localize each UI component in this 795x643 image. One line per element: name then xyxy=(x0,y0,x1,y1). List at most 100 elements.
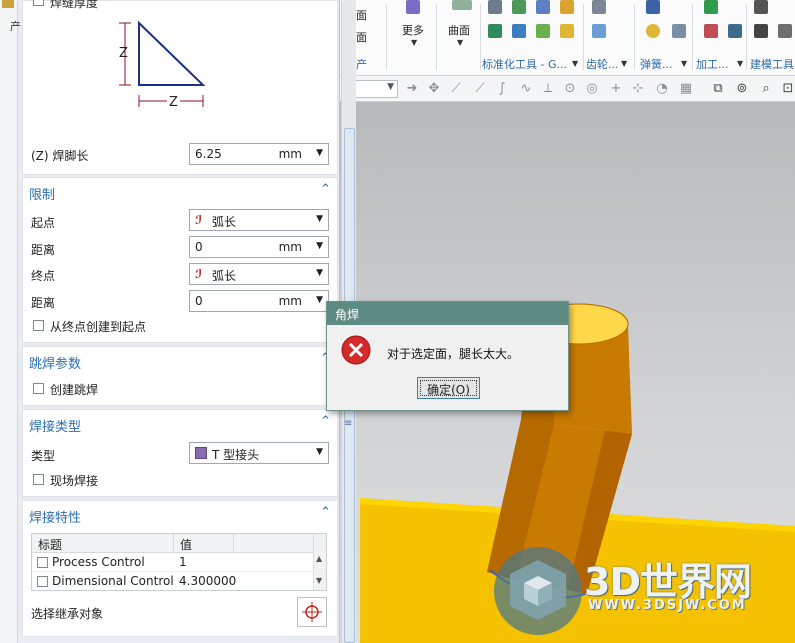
ok-button[interactable]: 确定(O) xyxy=(417,377,480,399)
grid-icon[interactable]: ▦ xyxy=(678,81,694,96)
create-skip-weld-checkbox[interactable] xyxy=(33,383,44,394)
more-button[interactable]: 更多 xyxy=(402,22,424,38)
table-scrollbar[interactable]: ▲ ▼ xyxy=(313,534,326,590)
row-checkbox[interactable] xyxy=(37,557,48,568)
chevron-down-icon[interactable]: ▼ xyxy=(387,82,394,92)
machining-tool-icon[interactable] xyxy=(728,24,742,38)
create-skip-weld-label[interactable]: 创建跳焊 xyxy=(50,381,98,398)
row-value[interactable]: 1 xyxy=(179,553,187,572)
surface-button[interactable]: 曲面 xyxy=(448,22,470,38)
chevron-down-icon[interactable]: ▼ xyxy=(316,214,323,224)
chevron-down-icon[interactable]: ▼ xyxy=(316,148,323,158)
more-chevron-down-icon[interactable]: ▼ xyxy=(411,38,417,47)
chevron-down-icon[interactable]: ▼ xyxy=(316,295,323,305)
tool-icon[interactable] xyxy=(488,0,502,14)
group-spring[interactable]: 弹簧... xyxy=(640,56,673,72)
distance1-field[interactable]: 0 mm ▼ xyxy=(189,236,329,258)
end-option-select[interactable]: ℐ 弧长 ▼ xyxy=(189,263,329,285)
rotate-view-icon[interactable]: ⊚ xyxy=(734,81,750,96)
tool-icon[interactable] xyxy=(560,24,574,38)
scrollbar-grip-icon[interactable]: ≡ xyxy=(344,418,352,429)
field-weld-label[interactable]: 现场焊接 xyxy=(50,472,98,489)
zoom-icon[interactable]: ⌕ xyxy=(758,81,774,96)
gear-tool-icon[interactable] xyxy=(592,24,606,38)
point-snap-icon[interactable]: + xyxy=(608,81,624,96)
resource-bar-icon[interactable] xyxy=(2,0,14,8)
tool-icon[interactable] xyxy=(560,0,574,14)
weld-type-select[interactable]: T 型接头 ▼ xyxy=(189,442,329,464)
ribbon-face-label-1[interactable]: 面 xyxy=(356,7,367,23)
from-end-checkbox[interactable] xyxy=(33,320,44,331)
modeling-tool-icon[interactable] xyxy=(754,0,768,14)
face-snap-icon[interactable]: ◔ xyxy=(654,81,670,96)
group-chevron-down-icon[interactable]: ▼ xyxy=(681,59,687,68)
resource-bar-label[interactable]: 产 xyxy=(10,18,21,34)
distance2-value[interactable]: 0 xyxy=(195,294,203,308)
table-row[interactable]: Dimensional Control 4.300000 xyxy=(32,572,314,591)
more-icon[interactable] xyxy=(406,0,420,14)
ribbon-face-label-2[interactable]: 面 xyxy=(356,29,367,45)
chevron-down-icon[interactable]: ▼ xyxy=(316,268,323,278)
wave-snap-icon[interactable]: ∿ xyxy=(518,81,534,96)
group-modeling-tools[interactable]: 建模工具 xyxy=(750,56,794,72)
start-option-value[interactable]: 弧长 xyxy=(212,213,236,230)
table-row[interactable]: Process Control 1 xyxy=(32,553,314,572)
distance1-value[interactable]: 0 xyxy=(195,240,203,254)
row-value[interactable]: 4.300000 xyxy=(179,572,236,591)
intersect-snap-icon[interactable]: ⟂ xyxy=(540,81,556,96)
tool-icon[interactable] xyxy=(536,24,550,38)
scroll-up-icon[interactable]: ▲ xyxy=(316,554,322,563)
curve-snap-icon[interactable]: ∫ xyxy=(494,81,510,96)
weld-type-header[interactable]: 焊接类型 xyxy=(29,416,81,435)
group-standard-tools[interactable]: 标准化工具 - G... xyxy=(482,56,567,72)
group-chevron-down-icon[interactable]: ▼ xyxy=(621,59,627,68)
group-gear[interactable]: 齿轮... xyxy=(586,56,619,72)
group-machining[interactable]: 加工... xyxy=(696,56,729,72)
snap-point-icon[interactable]: ✥ xyxy=(426,81,442,96)
spring-tool-icon[interactable] xyxy=(646,0,660,14)
quadrant-snap-icon[interactable]: ◎ xyxy=(584,81,600,96)
column-header-title[interactable]: 标题 xyxy=(32,534,174,553)
tool-icon[interactable] xyxy=(536,0,550,14)
tool-icon[interactable] xyxy=(512,24,526,38)
modeling-tool-icon[interactable] xyxy=(754,24,768,38)
limits-header[interactable]: 限制 xyxy=(29,184,55,203)
group-chevron-down-icon[interactable]: ▼ xyxy=(737,59,743,68)
column-header-value[interactable]: 值 xyxy=(174,534,234,553)
midpoint-snap-icon[interactable]: ⊹ xyxy=(630,81,646,96)
leg-length-value[interactable]: 6.25 xyxy=(195,147,222,161)
weld-type-value[interactable]: T 型接头 xyxy=(212,446,259,463)
distance2-field[interactable]: 0 mm ▼ xyxy=(189,290,329,312)
view-frame-icon[interactable]: ⧉ xyxy=(710,81,726,96)
collapse-chevron-up-icon[interactable]: ⌃ xyxy=(320,505,331,520)
fit-view-icon[interactable]: ⊡ xyxy=(780,81,795,96)
collapse-chevron-up-icon[interactable]: ⌃ xyxy=(320,414,331,429)
spring-tool-icon[interactable] xyxy=(646,24,660,38)
end-option-value[interactable]: 弧长 xyxy=(212,267,236,284)
collapse-chevron-up-icon[interactable]: ⌃ xyxy=(320,182,331,197)
field-weld-checkbox[interactable] xyxy=(33,474,44,485)
center-snap-icon[interactable]: ⊙ xyxy=(562,81,578,96)
row-checkbox[interactable] xyxy=(37,576,48,587)
spring-tool-icon[interactable] xyxy=(672,24,686,38)
skip-weld-header[interactable]: 跳焊参数 xyxy=(29,353,81,372)
surface-chevron-down-icon[interactable]: ▼ xyxy=(457,38,463,47)
line-snap-icon[interactable]: ⟋ xyxy=(448,81,464,96)
tool-icon[interactable] xyxy=(512,0,526,14)
scroll-down-icon[interactable]: ▼ xyxy=(316,576,322,585)
weld-properties-header[interactable]: 焊接特性 xyxy=(29,507,81,526)
machining-tool-icon[interactable] xyxy=(704,0,718,14)
arrow-icon[interactable]: ➜ xyxy=(404,81,420,96)
endpoint-snap-icon[interactable]: ⟋ xyxy=(472,81,488,96)
machining-tool-icon[interactable] xyxy=(704,24,718,38)
weld-thickness-checkbox[interactable] xyxy=(33,0,44,6)
tool-icon[interactable] xyxy=(488,24,502,38)
modeling-tool-icon[interactable] xyxy=(778,24,792,38)
group-chevron-down-icon[interactable]: ▼ xyxy=(572,59,578,68)
chevron-down-icon[interactable]: ▼ xyxy=(316,241,323,251)
start-option-select[interactable]: ℐ 弧长 ▼ xyxy=(189,209,329,231)
surface-icon[interactable] xyxy=(452,0,472,10)
leg-length-field[interactable]: 6.25 mm ▼ xyxy=(189,143,329,165)
chevron-down-icon[interactable]: ▼ xyxy=(316,447,323,457)
select-object-button[interactable] xyxy=(297,597,327,627)
